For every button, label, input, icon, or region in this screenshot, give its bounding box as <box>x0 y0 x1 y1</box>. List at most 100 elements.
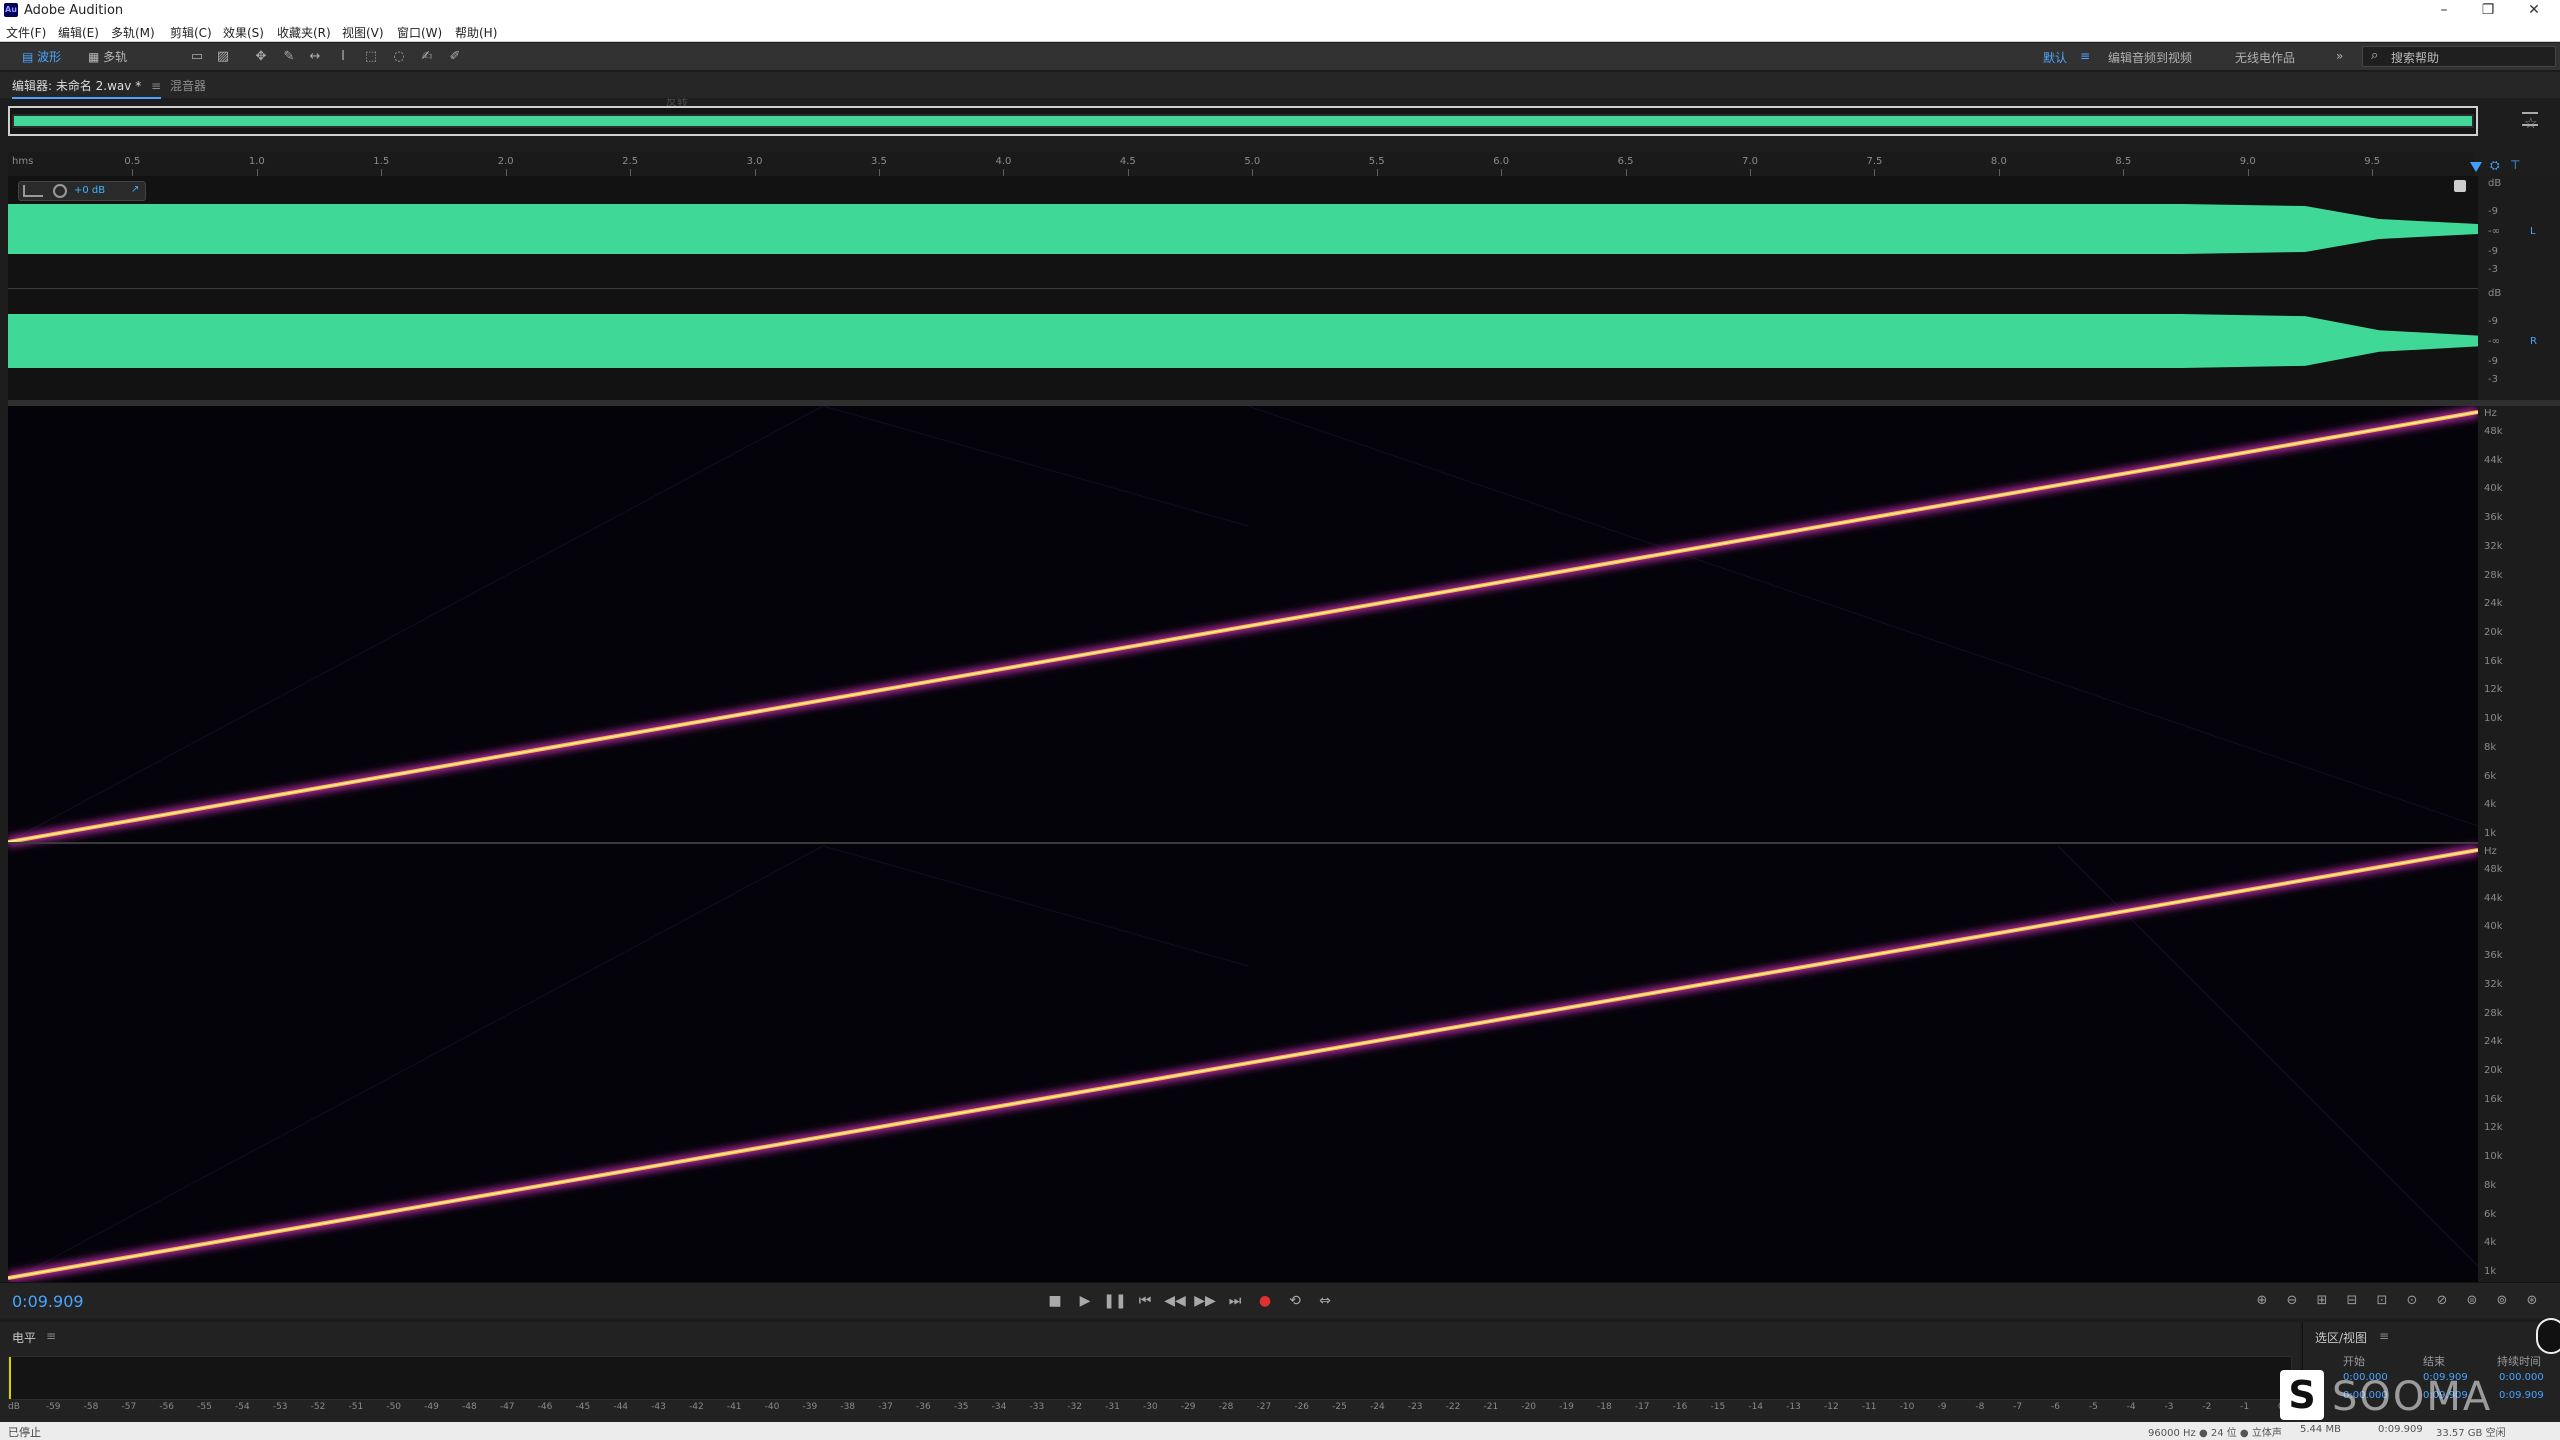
workspace-radio-production[interactable]: 无线电作品 <box>2235 49 2295 66</box>
db-tick: -∞ <box>2488 336 2500 347</box>
meter-scale-label: -5 <box>2088 1402 2098 1412</box>
stop-button[interactable]: ■ <box>1042 1290 1068 1312</box>
list-view-icon[interactable] <box>2522 112 2538 126</box>
maximize-button[interactable]: ❐ <box>2468 0 2508 22</box>
menu-effects[interactable]: 效果(S) <box>223 24 264 41</box>
zoom-to-selection-icon[interactable]: ⊜ <box>2460 1290 2484 1312</box>
menu-multitrack[interactable]: 多轨(M) <box>111 24 155 41</box>
more-workspaces-icon[interactable]: » <box>2336 49 2343 63</box>
tab-menu-icon[interactable]: ≡ <box>151 79 161 93</box>
multitrack-mode-button[interactable]: ▦ 多轨 <box>82 47 133 67</box>
tab-mixer[interactable]: 混音器 <box>170 77 206 94</box>
expand-icon[interactable] <box>2454 180 2466 192</box>
lasso-tool-icon[interactable]: ◌ <box>390 48 408 66</box>
search-icon: ⌕ <box>2371 48 2379 63</box>
meter-scale-label: -37 <box>878 1402 893 1412</box>
meter-scale-label: -21 <box>1483 1402 1499 1412</box>
side-panel-toggle-icon[interactable] <box>2536 1318 2560 1354</box>
spectral-pitch-icon[interactable]: ▨ <box>214 48 232 66</box>
status-bar: 已停止 96000 Hz ● 24 位 ● 立体声 5.44 MB 0:09.9… <box>0 1422 2560 1440</box>
spectral-frequency-icon[interactable]: ▭ <box>188 48 206 66</box>
tab-editor-label: 编辑器: 未命名 2.wav * <box>12 79 142 93</box>
zoom-out-playhead-icon[interactable]: ⊘ <box>2430 1290 2454 1312</box>
zoom-in-playhead-icon[interactable]: ⊙ <box>2400 1290 2424 1312</box>
menu-view[interactable]: 视图(V) <box>342 24 384 41</box>
minimize-button[interactable]: – <box>2424 0 2464 22</box>
play-button[interactable]: ▶ <box>1072 1290 1098 1312</box>
meter-scale-label: -24 <box>1370 1402 1385 1412</box>
time-ruler[interactable]: hms 0.5 1.0 1.5 2.0 2.5 3.0 3.5 4.0 4.5 5.0 5.5 6.0… <box>8 152 2474 176</box>
menu-file[interactable]: 文件(F) <box>6 24 46 41</box>
ruler-tick-label: 9.5 <box>2364 156 2381 167</box>
search-help-field[interactable]: ⌕ 搜索帮助 <box>2362 46 2556 67</box>
lock-icon[interactable]: ⛭ <box>2490 158 2500 173</box>
close-button[interactable]: ✕ <box>2514 0 2554 22</box>
slip-tool-icon[interactable]: ↔ <box>306 48 324 66</box>
channel-r-label[interactable]: R <box>2530 336 2537 347</box>
razor-tool-icon[interactable]: ✎ <box>280 48 298 66</box>
meter-scale-label: -10 <box>1899 1402 1915 1412</box>
ruler-tick-mark <box>381 169 383 176</box>
hud-volume-control[interactable]: +0 dB ↗ <box>18 181 146 201</box>
zoom-out-amplitude-icon[interactable]: ⊖ <box>2280 1290 2304 1312</box>
hz-unit: Hz <box>2484 846 2497 857</box>
workspace-default[interactable]: 默认 <box>2043 49 2067 66</box>
waveform-mode-button[interactable]: ▤ 波形 <box>16 47 67 67</box>
marquee-tool-icon[interactable]: ⬚ <box>362 48 380 66</box>
hz-tick-label: 10k <box>2484 713 2503 725</box>
meter-scale-label: dB <box>8 1402 20 1412</box>
waveform-mode-label: 波形 <box>37 50 62 64</box>
ruler-tick-mark <box>2123 169 2125 176</box>
workspace-edit-audio-to-video[interactable]: 编辑音频到视频 <box>2108 49 2192 66</box>
channel-l-label[interactable]: L <box>2530 226 2536 237</box>
volume-knob-icon[interactable] <box>53 184 67 198</box>
fast-forward-button[interactable]: ▶▶ <box>1192 1290 1218 1312</box>
hz-tick-label: 16k <box>2484 1093 2503 1105</box>
meter-scale-label: -19 <box>1559 1402 1574 1412</box>
rewind-button[interactable]: ◀◀ <box>1162 1290 1188 1312</box>
menu-window[interactable]: 窗口(W) <box>397 24 442 41</box>
menu-help[interactable]: 帮助(H) <box>455 24 497 41</box>
zoom-in-amplitude-icon[interactable]: ⊕ <box>2250 1290 2274 1312</box>
hz-tick-label: 36k <box>2484 512 2503 524</box>
record-button[interactable]: ● <box>1252 1290 1278 1312</box>
pin-icon[interactable]: ↗ <box>131 184 139 195</box>
move-tool-icon[interactable]: ✥ <box>252 48 270 66</box>
zoom-to-selection-edge-icon[interactable]: ⊚ <box>2490 1290 2514 1312</box>
go-to-start-button[interactable]: ⏮ <box>1132 1290 1158 1312</box>
go-to-end-button[interactable]: ⏭ <box>1222 1290 1248 1312</box>
menu-clip[interactable]: 剪辑(C) <box>170 24 212 41</box>
menu-favorites[interactable]: 收藏夹(R) <box>277 24 331 41</box>
spectrogram <box>8 406 2478 1282</box>
status-file-size: 5.44 MB <box>2300 1424 2341 1435</box>
meter-scale-label: -8 <box>1975 1402 1985 1412</box>
brush-tool-icon[interactable]: ✍ <box>418 48 436 66</box>
loop-button[interactable]: ⟲ <box>1282 1290 1308 1312</box>
menu-edit[interactable]: 编辑(E) <box>58 24 99 41</box>
meter-scale-label: -25 <box>1332 1402 1347 1412</box>
zoom-out-full-icon[interactable]: ⊡ <box>2370 1290 2394 1312</box>
waveform-display[interactable] <box>8 176 2478 400</box>
spectral-frequency-display[interactable] <box>8 406 2478 1282</box>
time-display[interactable]: 0:09.909 <box>12 1292 84 1311</box>
workspace-menu-icon[interactable]: ≡ <box>2080 49 2090 63</box>
pause-button[interactable]: ❚❚ <box>1102 1290 1128 1312</box>
snap-icon[interactable]: ⊤ <box>2510 158 2520 172</box>
hz-unit: Hz <box>2484 408 2497 419</box>
overview-scrollbar[interactable] <box>8 106 2478 136</box>
time-selection-tool-icon[interactable]: I <box>334 48 352 66</box>
menu-bar: 文件(F) 编辑(E) 多轨(M) 剪辑(C) 效果(S) 收藏夹(R) 视图(… <box>0 22 2560 42</box>
tab-editor[interactable]: 编辑器: 未命名 2.wav * ≡ <box>12 77 162 99</box>
multitrack-mode-label: 多轨 <box>103 50 128 64</box>
zoom-in-time-icon[interactable]: ⊞ <box>2310 1290 2334 1312</box>
levels-menu-icon[interactable]: ≡ <box>46 1329 56 1343</box>
zoom-reset-icon[interactable]: ⊛ <box>2520 1290 2544 1312</box>
spot-healing-tool-icon[interactable]: ✐ <box>446 48 464 66</box>
selection-view-menu-icon[interactable]: ≡ <box>2379 1329 2389 1343</box>
ruler-tick-mark <box>1003 169 1005 176</box>
meter-scale-label: -42 <box>689 1402 704 1412</box>
search-placeholder: 搜索帮助 <box>2391 51 2440 65</box>
hud-volume-value: +0 dB <box>74 185 106 196</box>
skip-selection-button[interactable]: ⇔ <box>1312 1290 1338 1312</box>
zoom-out-time-icon[interactable]: ⊟ <box>2340 1290 2364 1312</box>
